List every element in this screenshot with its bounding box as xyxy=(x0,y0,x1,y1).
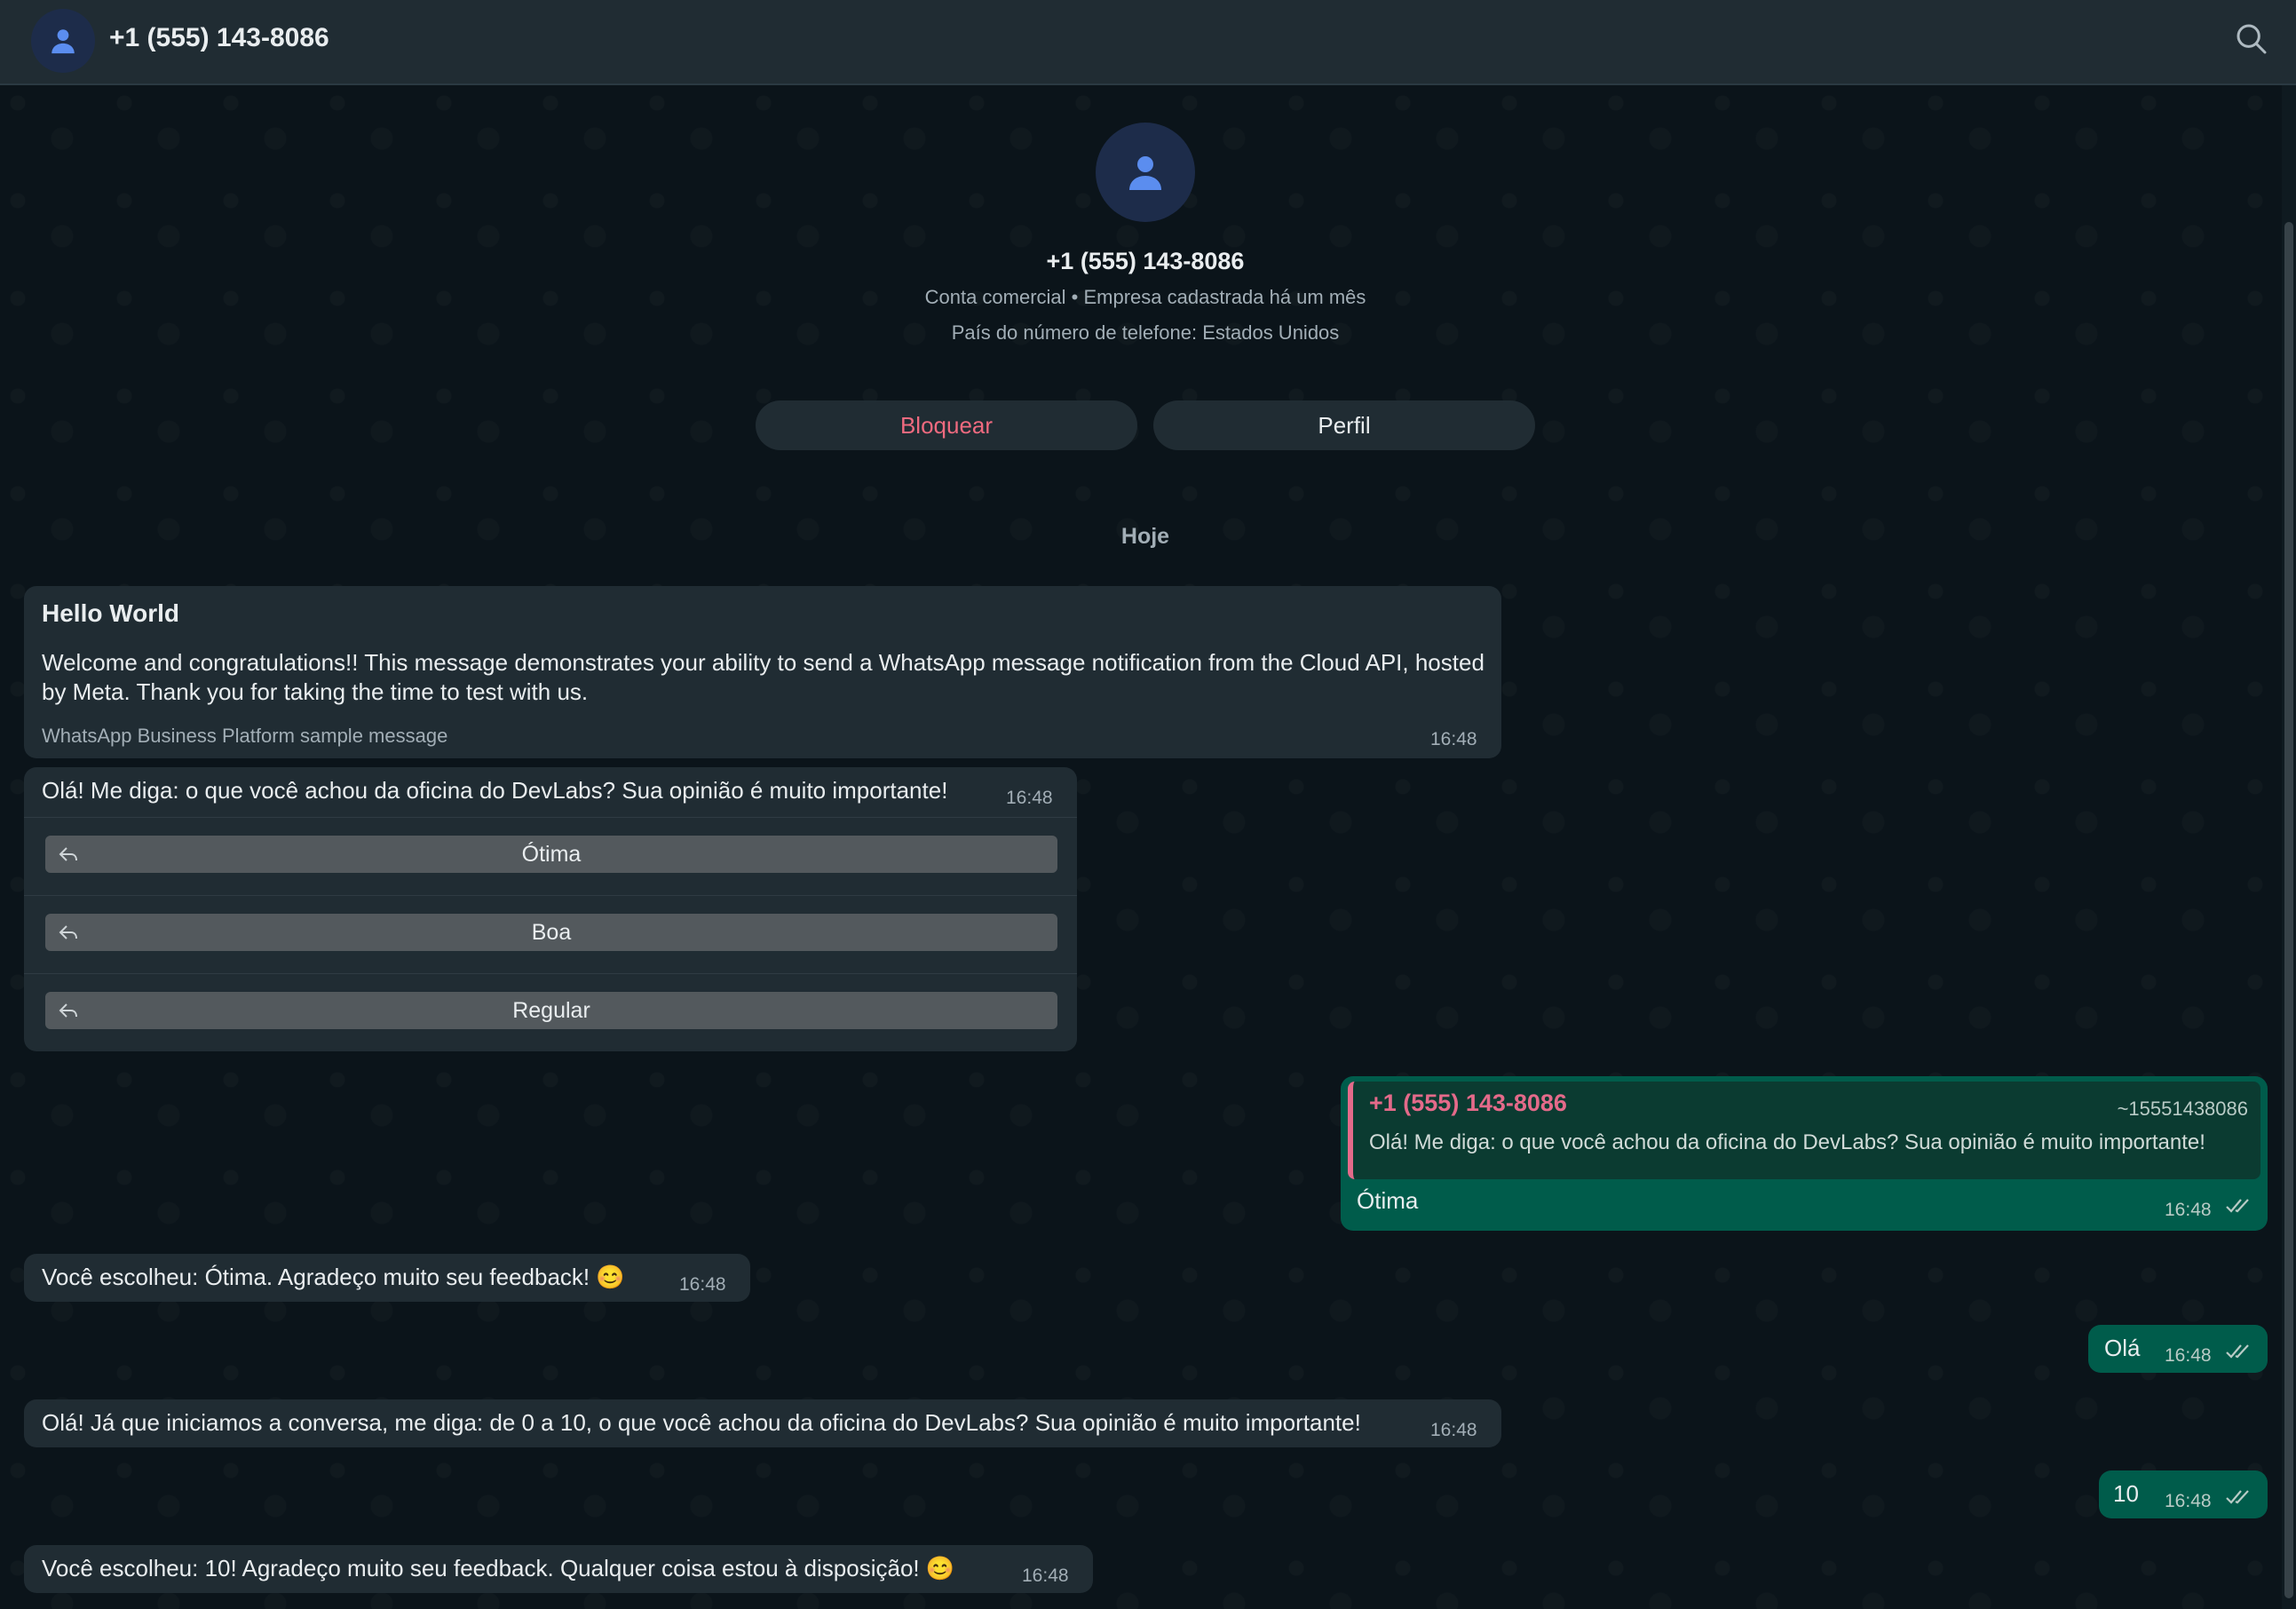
contact-title[interactable]: +1 (555) 143-8086 xyxy=(109,23,329,53)
message-text: Ótima xyxy=(1357,1187,1419,1214)
block-button[interactable]: Bloquear xyxy=(756,400,1137,450)
person-avatar-icon xyxy=(51,29,75,54)
date-divider: Hoje xyxy=(1120,524,1170,549)
profile-country-info: País do número de telefone: Estados Unid… xyxy=(951,321,1340,344)
quick-reply-label: Regular xyxy=(512,997,590,1023)
message-incoming-buttons: Olá! Me diga: o que você achou da oficin… xyxy=(24,767,1077,1051)
message-time: 16:48 xyxy=(1430,1420,1477,1440)
quick-reply-row: Ótima xyxy=(24,817,1077,896)
profile-business-info: Conta comercial • Empresa cadastrada há … xyxy=(924,286,1366,308)
quote-text: Olá! Me diga: o que você achou da oficin… xyxy=(1369,1130,2205,1154)
message-incoming[interactable]: Você escolheu: 10! Agradeço muito seu fe… xyxy=(24,1545,1093,1593)
message-time: 16:48 xyxy=(679,1274,726,1295)
message-footer: WhatsApp Business Platform sample messag… xyxy=(42,725,448,747)
quick-reply-label: Boa xyxy=(531,919,572,945)
message-incoming-template[interactable]: Hello World Welcome and congratulations!… xyxy=(24,586,1501,758)
message-text: 10 xyxy=(2113,1480,2139,1507)
message-text: Olá! Já que iniciamos a conversa, me dig… xyxy=(42,1409,1361,1436)
chat-area: +1 (555) 143-8086 Conta comercial • Empr… xyxy=(0,85,2282,1609)
quick-reply-label: Ótima xyxy=(521,841,582,867)
message-incoming[interactable]: Olá! Já que iniciamos a conversa, me dig… xyxy=(24,1399,1501,1447)
profile-button[interactable]: Perfil xyxy=(1153,400,1535,450)
quote-author: +1 (555) 143-8086 xyxy=(1369,1090,1567,1116)
message-title: Hello World xyxy=(42,599,180,627)
message-outgoing[interactable]: 10 16:48 xyxy=(2099,1470,2268,1518)
scrollbar-thumb[interactable] xyxy=(2284,222,2293,1598)
quick-reply-button-otima[interactable]: Ótima xyxy=(45,836,1057,873)
person-avatar-icon xyxy=(1129,156,1161,190)
search-icon[interactable] xyxy=(2234,21,2269,57)
message-time: 16:48 xyxy=(2165,1491,2212,1511)
message-time: 16:48 xyxy=(1430,729,1477,749)
quick-reply-row: Regular xyxy=(24,973,1077,1052)
chat-header: +1 (555) 143-8086 xyxy=(0,0,2296,85)
message-outgoing[interactable]: Olá 16:48 xyxy=(2088,1325,2268,1373)
quoted-message[interactable]: +1 (555) 143-8086 ~15551438086 Olá! Me d… xyxy=(1348,1082,2260,1179)
quick-reply-button-regular[interactable]: Regular xyxy=(45,992,1057,1029)
message-text: Olá xyxy=(2104,1335,2141,1361)
reply-arrow-icon xyxy=(59,1003,77,1018)
profile-avatar xyxy=(1096,123,1195,222)
double-check-icon xyxy=(2226,1344,2249,1359)
message-time: 16:48 xyxy=(1022,1565,1069,1586)
message-incoming[interactable]: Você escolheu: Ótima. Agradeço muito seu… xyxy=(24,1254,750,1302)
quote-number: ~15551438086 xyxy=(2117,1098,2248,1120)
quick-reply-button-boa[interactable]: Boa xyxy=(45,914,1057,951)
message-time: 16:48 xyxy=(2165,1345,2212,1366)
contact-avatar[interactable] xyxy=(31,9,95,73)
message-time: 16:48 xyxy=(1006,788,1053,808)
reply-arrow-icon xyxy=(59,925,77,939)
profile-name: +1 (555) 143-8086 xyxy=(1046,248,1245,274)
double-check-icon xyxy=(2226,1490,2249,1504)
double-check-icon xyxy=(2226,1199,2249,1213)
message-text: Você escolheu: Ótima. Agradeço muito seu… xyxy=(42,1264,625,1290)
message-time: 16:48 xyxy=(2165,1200,2212,1220)
message-text: Você escolheu: 10! Agradeço muito seu fe… xyxy=(42,1555,955,1581)
reply-arrow-icon xyxy=(59,847,77,861)
message-body: Welcome and congratulations!! This messa… xyxy=(42,649,1484,705)
message-text: Olá! Me diga: o que você achou da oficin… xyxy=(42,777,948,804)
quick-reply-row: Boa xyxy=(24,895,1077,974)
message-outgoing-quoted[interactable]: +1 (555) 143-8086 ~15551438086 Olá! Me d… xyxy=(1341,1076,2268,1231)
